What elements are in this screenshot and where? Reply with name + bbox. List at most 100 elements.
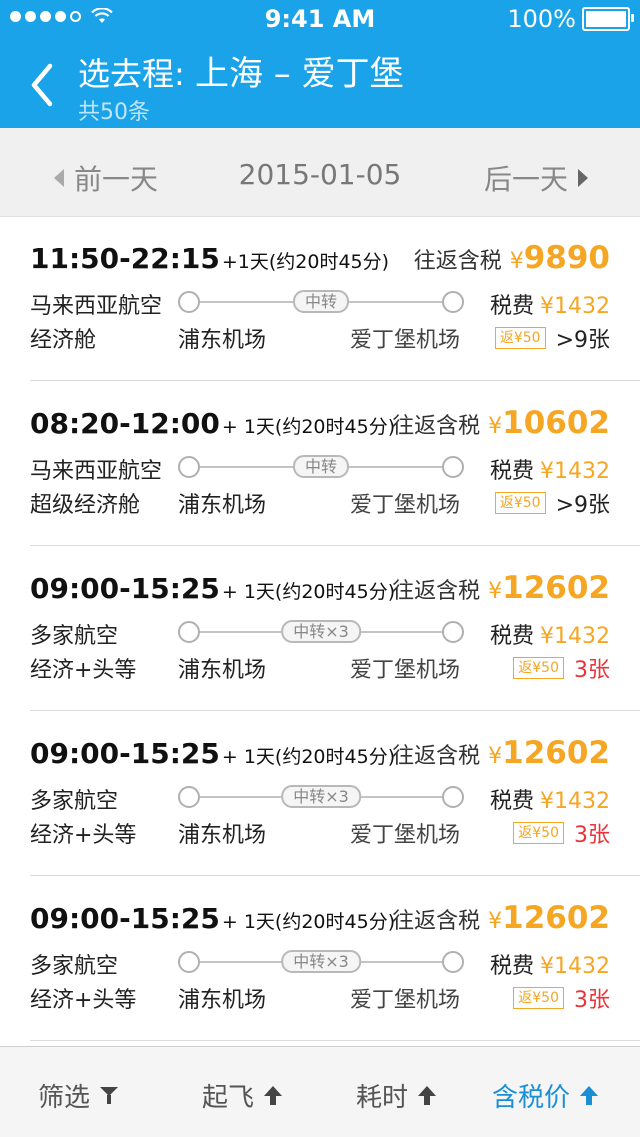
- price-label: 往返含税: [392, 414, 481, 439]
- price-label: 往返含税: [392, 909, 481, 934]
- filter-funnel-icon: [100, 1086, 119, 1105]
- origin-dot-icon: [178, 456, 200, 478]
- flight-card[interactable]: 09:00-15:25 + 1天(约20时45分) 往返含税 ¥12602 多家航空…: [30, 876, 640, 1041]
- origin-airport: 浦东机场: [178, 493, 267, 518]
- price: 往返含税 ¥12602: [392, 900, 610, 936]
- sort-price-button[interactable]: 含税价: [492, 1077, 599, 1114]
- flight-card[interactable]: 09:00-15:25 + 1天(约20时45分) 往返含税 ¥12602 多家航空…: [30, 546, 640, 711]
- price: 往返含税 ¥12602: [392, 735, 610, 771]
- next-day-button[interactable]: 后一天: [484, 158, 588, 198]
- airline: 多家航空: [30, 954, 119, 979]
- stop-badge: 中转: [292, 455, 350, 478]
- seat-count: >9张: [555, 328, 610, 353]
- route-track: 中转×3: [178, 785, 464, 809]
- date-bar: 前一天 2015-01-05 后一天: [0, 128, 640, 217]
- price: 往返含税 ¥10602: [392, 405, 610, 441]
- flight-times: 09:00-15:25 + 1天(约20时45分): [30, 572, 395, 605]
- page-title: 选去程: 上海 – 爱丁堡: [78, 46, 404, 95]
- time-range: 08:20-12:00: [30, 407, 220, 440]
- flight-times: 09:00-15:25 + 1天(约20时45分): [30, 737, 395, 770]
- filter-label: 筛选: [38, 1083, 91, 1113]
- rebate-badge: 返¥50: [513, 987, 564, 1009]
- origin-airport: 浦东机场: [178, 658, 267, 683]
- rebate-badge: 返¥50: [494, 492, 546, 514]
- duration: +1天(约20时45分): [221, 251, 390, 273]
- currency: ¥: [509, 249, 524, 274]
- tax-label: 税费: [489, 954, 534, 979]
- rebate-badge: 返¥50: [513, 657, 564, 679]
- cabin-class: 超级经济舱: [30, 493, 141, 518]
- tax: 税费 ¥1432: [490, 783, 610, 815]
- tax: 税费 ¥1432: [490, 948, 610, 980]
- flight-card[interactable]: 09:00-15:25 + 1天(约20时45分) 往返含税 ¥12602 多家航空…: [30, 711, 640, 876]
- origin-airport: 浦东机场: [178, 328, 267, 353]
- filter-button[interactable]: 筛选: [38, 1077, 119, 1114]
- origin-dot-icon: [178, 291, 200, 313]
- price-amount: 12602: [502, 570, 610, 606]
- seat-count: 3张: [574, 988, 610, 1013]
- duration: + 1天(约20时45分): [221, 911, 396, 933]
- flight-times: 11:50-22:15 +1天(约20时45分): [30, 242, 389, 275]
- stop-badge: 中转×3: [281, 620, 361, 643]
- tax-amount: ¥1432: [540, 789, 610, 814]
- tax: 税费 ¥1432: [490, 288, 610, 320]
- time-range: 09:00-15:25: [30, 902, 220, 935]
- price: 往返含税 ¥12602: [392, 570, 610, 606]
- status-bar: 9:41 AM 100%: [0, 0, 640, 40]
- route-track: 中转×3: [178, 950, 464, 974]
- origin-dot-icon: [178, 786, 200, 808]
- title-prefix: 选去程:: [78, 55, 185, 93]
- destination-airport: 爱丁堡机场: [350, 988, 461, 1013]
- destination-airport: 爱丁堡机场: [350, 658, 461, 683]
- time-range: 09:00-15:25: [30, 737, 220, 770]
- destination-airport: 爱丁堡机场: [350, 493, 461, 518]
- airline: 马来西亚航空: [30, 459, 163, 484]
- flight-card[interactable]: 11:50-22:15 +1天(约20时45分) 往返含税 ¥9890 马来西亚航空…: [30, 216, 640, 381]
- sort-duration-button[interactable]: 耗时: [356, 1077, 437, 1114]
- battery-percent: 100%: [507, 5, 576, 33]
- time-range: 09:00-15:25: [30, 572, 220, 605]
- flight-card[interactable]: 08:20-12:00 + 1天(约20时45分) 往返含税 ¥10602 马来西亚…: [30, 381, 640, 546]
- tax-amount: ¥1432: [540, 294, 610, 319]
- origin-airport: 浦东机场: [178, 823, 267, 848]
- currency: ¥: [488, 909, 503, 934]
- sort-bar: 筛选 起飞 耗时 含税价: [0, 1046, 640, 1137]
- destination-dot-icon: [442, 456, 464, 478]
- sort-duration-label: 耗时: [356, 1083, 409, 1113]
- back-arrow-icon[interactable]: [28, 62, 68, 108]
- destination-airport: 爱丁堡机场: [350, 823, 461, 848]
- destination-airport: 爱丁堡机场: [350, 328, 461, 353]
- result-count: 共50条: [78, 100, 150, 125]
- airline: 多家航空: [30, 624, 119, 649]
- destination-dot-icon: [442, 951, 464, 973]
- price-amount: 12602: [502, 900, 610, 936]
- price-label: 往返含税: [413, 249, 502, 274]
- currency: ¥: [488, 579, 503, 604]
- tax-label: 税费: [489, 789, 534, 814]
- tax-amount: ¥1432: [540, 459, 610, 484]
- destination-dot-icon: [442, 786, 464, 808]
- rebate-badge: 返¥50: [513, 822, 564, 844]
- tax: 税费 ¥1432: [490, 618, 610, 650]
- seat-count: >9张: [555, 493, 610, 518]
- tax-label: 税费: [489, 294, 534, 319]
- battery-icon: [582, 7, 634, 31]
- flight-times: 08:20-12:00 + 1天(约20时45分): [30, 407, 395, 440]
- seats: 返¥50 3张: [513, 817, 610, 849]
- price-label: 往返含税: [392, 579, 481, 604]
- stop-badge: 中转×3: [281, 950, 361, 973]
- price-label: 往返含税: [392, 744, 481, 769]
- airline: 马来西亚航空: [30, 294, 163, 319]
- rebate-badge: 返¥50: [494, 327, 546, 349]
- destination-dot-icon: [442, 291, 464, 313]
- duration: + 1天(约20时45分): [221, 416, 396, 438]
- sort-depart-button[interactable]: 起飞: [202, 1077, 283, 1114]
- seats: 返¥50 3张: [513, 652, 610, 684]
- destination-dot-icon: [442, 621, 464, 643]
- duration: + 1天(约20时45分): [221, 746, 396, 768]
- next-day-label: 后一天: [483, 163, 568, 196]
- cabin-class: 经济+头等: [30, 658, 137, 683]
- stop-badge: 中转×3: [281, 785, 361, 808]
- price: 往返含税 ¥9890: [414, 240, 610, 276]
- tax-amount: ¥1432: [540, 624, 610, 649]
